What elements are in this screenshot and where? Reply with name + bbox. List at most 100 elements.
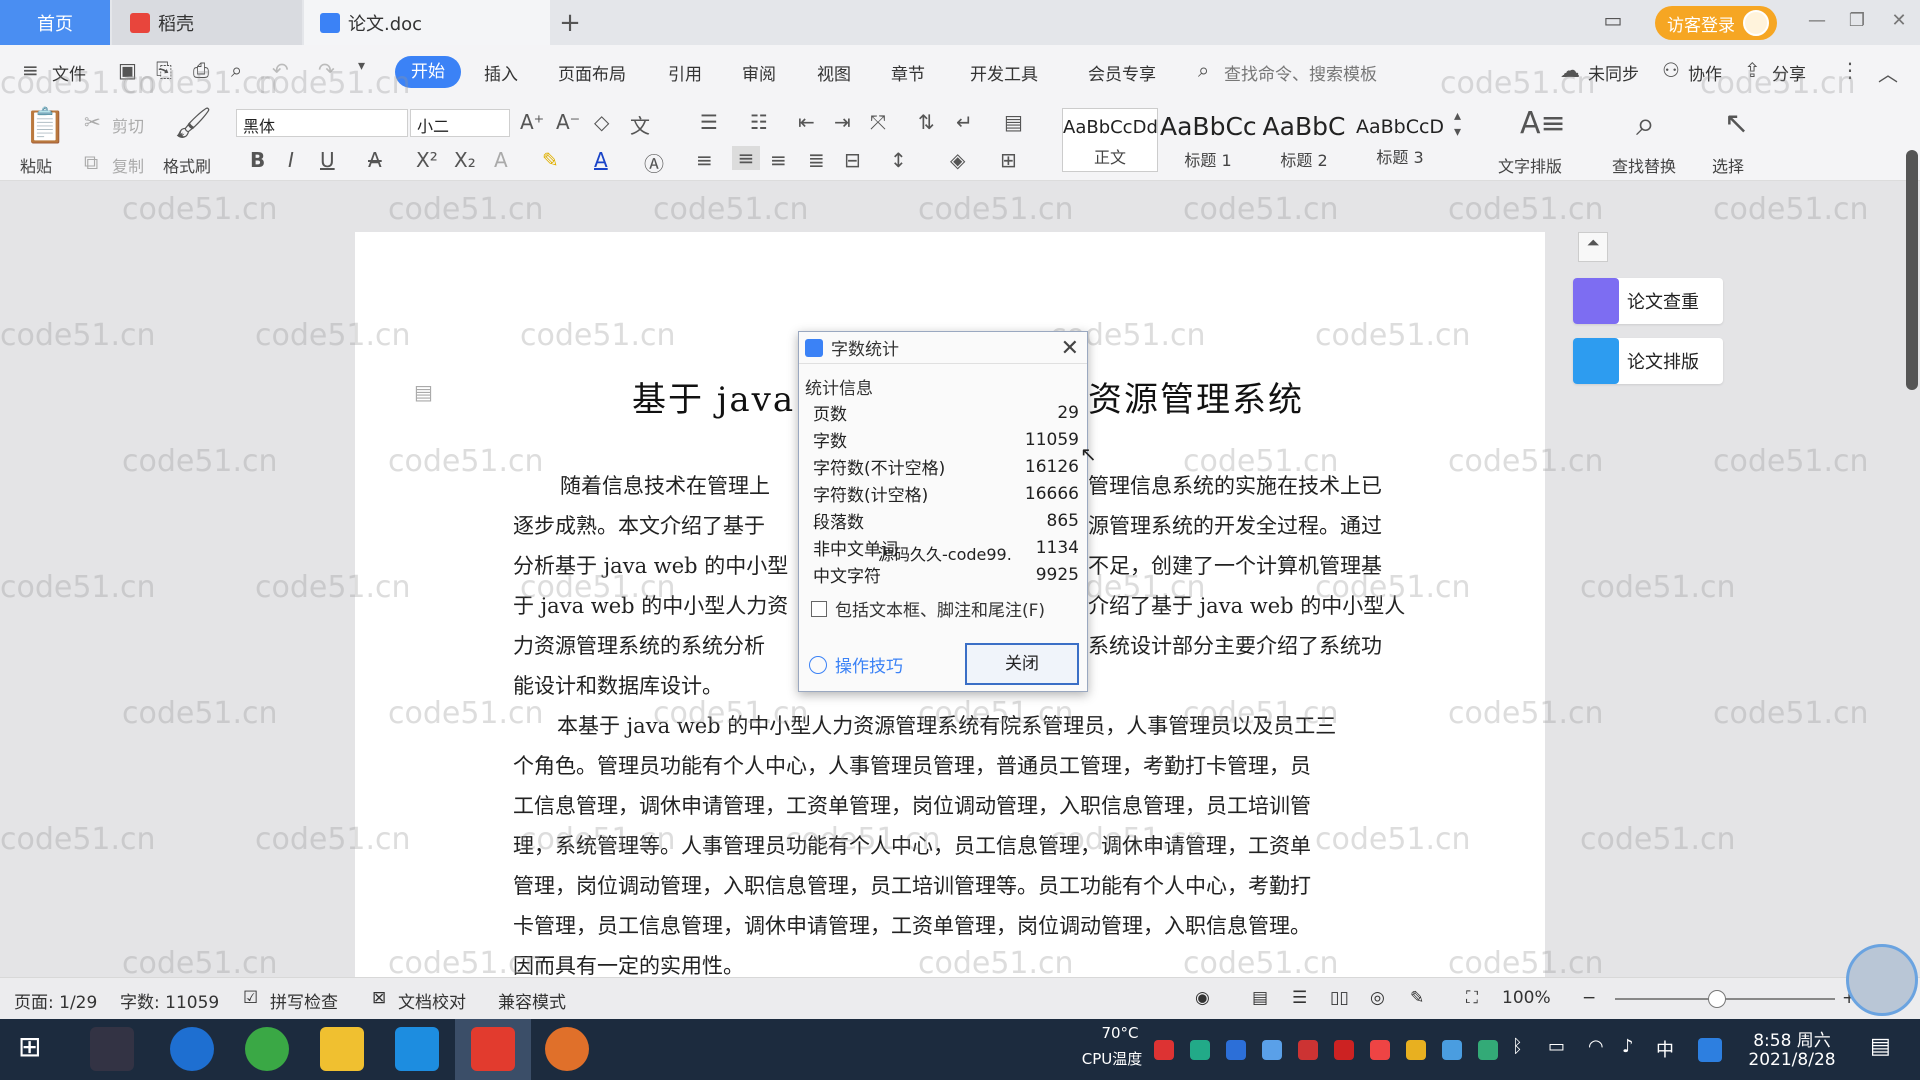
file-explorer-icon[interactable] — [320, 1027, 364, 1071]
ime-app-icon[interactable] — [1698, 1038, 1722, 1062]
eye-protection-icon[interactable]: ◉ — [1195, 988, 1210, 1008]
tray-app-icon[interactable] — [1154, 1040, 1174, 1060]
menu-view[interactable]: 视图 — [817, 60, 851, 85]
read-view-icon[interactable]: ▯▯ — [1330, 988, 1349, 1008]
font-color-icon[interactable]: A — [594, 148, 608, 172]
increase-indent-icon[interactable]: ⇥ — [834, 110, 851, 134]
paste-icon[interactable]: 📋 — [24, 106, 66, 146]
subscript-icon[interactable]: X₂ — [454, 148, 476, 172]
tray-shield-icon[interactable] — [1262, 1040, 1282, 1060]
tray-app-icon[interactable] — [1442, 1040, 1462, 1060]
distribute-icon[interactable]: ⊟ — [844, 148, 861, 172]
checkbox-box[interactable] — [811, 600, 827, 617]
zoom-out-icon[interactable]: − — [1582, 988, 1596, 1008]
sort-icon[interactable]: ⇅ — [918, 110, 935, 134]
new-tab-button[interactable]: + — [555, 0, 585, 45]
format-painter-icon[interactable]: 🖌 — [174, 106, 212, 141]
battery-icon[interactable]: ▭ — [1548, 1036, 1565, 1057]
minimize-icon[interactable]: — — [1805, 10, 1829, 34]
menu-chapter[interactable]: 章节 — [891, 60, 925, 85]
tab-daoke[interactable]: 稻壳 — [112, 0, 302, 45]
browser-360-icon[interactable] — [245, 1027, 289, 1071]
borders-icon[interactable]: ⊞ — [1000, 148, 1017, 172]
style-heading-1[interactable]: AaBbCc 标题 1 — [1160, 108, 1256, 172]
fit-page-icon[interactable]: ⛶ — [1466, 988, 1478, 1008]
chinese-layout-icon[interactable]: ⤧ — [870, 110, 886, 134]
font-name-select[interactable]: 黑体 — [236, 109, 408, 137]
bullet-list-icon[interactable]: ☰ — [700, 110, 718, 134]
justify-icon[interactable]: ≣ — [808, 148, 825, 172]
security-app-icon[interactable] — [395, 1027, 439, 1071]
assistant-avatar[interactable] — [1846, 944, 1918, 1016]
decrease-indent-icon[interactable]: ⇤ — [798, 110, 815, 134]
style-heading-3[interactable]: AaBbCcD 标题 3 — [1352, 108, 1448, 172]
tray-app-icon[interactable] — [1406, 1040, 1426, 1060]
underline-icon[interactable]: U — [320, 148, 335, 172]
clock-date[interactable]: 2021/8/28 — [1732, 1050, 1852, 1070]
notifications-icon[interactable]: ▤ — [1870, 1034, 1891, 1059]
guest-login-button[interactable]: 访客登录 — [1655, 6, 1777, 40]
italic-icon[interactable]: I — [288, 148, 294, 172]
align-right-icon[interactable]: ≡ — [770, 148, 787, 172]
tips-link[interactable]: 操作技巧 — [809, 652, 903, 677]
menu-review[interactable]: 审阅 — [742, 60, 776, 85]
bluetooth-icon[interactable]: ᛒ — [1512, 1036, 1523, 1057]
dialog-close-button[interactable]: 关闭 — [965, 643, 1079, 685]
align-left-icon[interactable]: ≡ — [696, 148, 713, 172]
wps-active-app[interactable] — [455, 1019, 531, 1080]
volume-icon[interactable]: ♪ — [1622, 1036, 1634, 1057]
zoom-level[interactable]: 100% — [1502, 988, 1551, 1008]
page-view-icon[interactable]: ▤ — [1252, 988, 1268, 1008]
find-replace-icon[interactable]: ⌕ — [1636, 104, 1655, 144]
wifi-icon[interactable]: ◠ — [1588, 1036, 1604, 1057]
menu-references[interactable]: 引用 — [668, 60, 702, 85]
spell-check-icon[interactable]: ☑ — [243, 988, 258, 1008]
ime-indicator[interactable]: 中 — [1656, 1036, 1674, 1062]
ie-browser-icon[interactable] — [170, 1027, 214, 1071]
tab-document[interactable]: 论文.doc — [304, 0, 550, 45]
ruler-icon[interactable]: ▤ — [1004, 110, 1023, 134]
shrink-font-icon[interactable]: A⁻ — [556, 110, 580, 134]
char-border-icon[interactable]: Ⓐ — [644, 148, 664, 177]
select-label[interactable]: 选择 — [1712, 153, 1744, 177]
tray-app-icon[interactable] — [1478, 1040, 1498, 1060]
cut-icon[interactable]: ✂ — [84, 110, 101, 134]
menu-page-layout[interactable]: 页面布局 — [558, 60, 626, 85]
command-search-input[interactable]: 查找命令、搜索模板 — [1224, 60, 1377, 85]
text-layout-label[interactable]: 文字排版 — [1498, 153, 1562, 177]
superscript-icon[interactable]: X² — [416, 148, 438, 172]
tray-app-icon[interactable] — [1370, 1040, 1390, 1060]
tray-app-icon[interactable] — [1226, 1040, 1246, 1060]
format-painter-label[interactable]: 格式刷 — [163, 153, 211, 177]
menu-member[interactable]: 会员专享 — [1088, 60, 1156, 85]
grow-font-icon[interactable]: A⁺ — [520, 110, 544, 134]
tab-home[interactable]: 首页 — [0, 0, 110, 45]
proofread-icon[interactable]: ⊠ — [372, 988, 386, 1008]
zoom-slider-thumb[interactable] — [1708, 990, 1726, 1008]
dialog-close-icon[interactable]: ✕ — [1061, 336, 1079, 361]
collapse-ribbon-icon[interactable]: ︿ — [1878, 58, 1898, 87]
app-pinwheel-icon[interactable] — [90, 1027, 134, 1071]
paper-layout-button[interactable]: 论文排版 — [1573, 338, 1723, 384]
highlight-icon[interactable]: ✎ — [542, 148, 559, 172]
clock-time[interactable]: 8:58 周六 — [1732, 1026, 1852, 1051]
shading-icon[interactable]: ◈ — [950, 148, 965, 172]
menu-insert[interactable]: 插入 — [484, 60, 518, 85]
web-view-icon[interactable]: ◎ — [1370, 988, 1385, 1008]
numbered-list-icon[interactable]: ☷ — [750, 110, 768, 134]
proofread-label[interactable]: 文档校对 — [398, 988, 466, 1013]
bold-icon[interactable]: B — [250, 148, 265, 172]
maximize-icon[interactable]: ❐ — [1845, 10, 1869, 34]
style-normal[interactable]: AaBbCcDd 正文 — [1062, 108, 1158, 172]
collapse-panel-icon[interactable]: ⏶ — [1578, 232, 1608, 262]
show-marks-icon[interactable]: ↵ — [956, 110, 973, 134]
write-mode-icon[interactable]: ✎ — [1410, 988, 1424, 1008]
window-layout-icon[interactable]: ▭ — [1598, 8, 1628, 32]
include-textbox-checkbox[interactable]: 包括文本框、脚注和尾注(F) — [811, 596, 1087, 621]
text-layout-icon[interactable]: A≡ — [1520, 106, 1566, 141]
phonetic-guide-icon[interactable]: 文 — [630, 110, 650, 139]
paragraph-handle-icon[interactable]: ▤ — [414, 380, 433, 404]
spell-check-label[interactable]: 拼写检查 — [270, 988, 338, 1013]
paste-label[interactable]: 粘贴 — [20, 153, 52, 177]
copy-icon[interactable]: ⧉ — [84, 150, 98, 174]
